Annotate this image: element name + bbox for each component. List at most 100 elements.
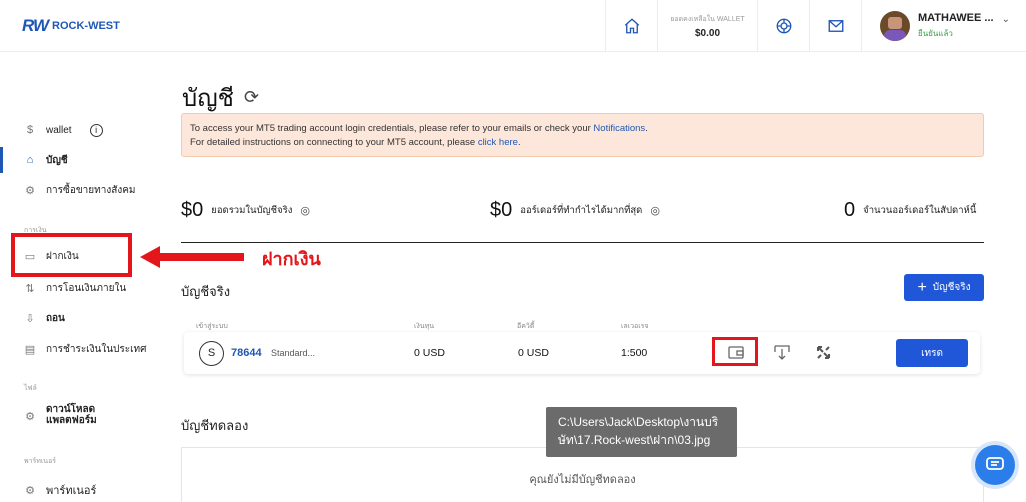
demo-empty-message: คุณยังไม่มีบัญชีทดลอง [529,474,636,486]
column-header-equity: อีควิตี้ [517,323,535,330]
chat-icon [986,457,1004,470]
mail-icon [828,20,843,32]
notice-line-1: To access your MT5 trading account login… [190,122,975,136]
deposit-highlight-box [11,233,132,277]
logo[interactable]: RW ROCK-WEST [22,16,120,36]
gear-icon: ⚙ [25,411,35,423]
stat-label: จำนวนออร์เดอร์ในสัปดาห์นี้ [863,205,977,216]
stat-total-real: $0 ยอดรวมในบัญชีจริง ◎ [181,199,310,222]
stat-value: $0 [181,199,204,221]
chevron-down-icon: ⌄ [1001,14,1010,25]
stat-best-order: $0 ออร์เดอร์ที่ทำกำไรได้มากที่สุด ◎ [490,199,660,222]
wallet-balance-value: $0.00 [694,27,721,39]
table-row: S 78644 Standard... 0 USD 0 USD 1:500 เท… [184,332,980,374]
notice-line-2: For detailed instructions on connecting … [190,136,975,150]
add-real-account-button[interactable]: + บัญชีจริง [904,274,984,301]
sidebar-item-label: บัญชี [46,154,68,166]
file-path-tooltip: C:\Users\Jack\Desktop\งานบริ ษัท\17.Rock… [546,407,737,457]
sidebar: $ wallet i ⌂ บัญชี ⚙ การซื้อขายทางสังคม … [0,52,150,502]
demo-accounts-title: บัญชีทดลอง [181,418,249,433]
sidebar-item-accounts[interactable]: ⌂ บัญชี [0,147,150,173]
mail-button[interactable] [809,0,861,52]
eye-icon[interactable]: ◎ [300,204,310,217]
notifications-link[interactable]: Notifications [593,123,645,134]
real-accounts-title: บัญชีจริง [181,284,231,299]
top-header: RW ROCK-WEST ยอดคงเหลือใน WALLET $0.00 M… [0,0,1026,52]
notice-line2-suffix: . [517,137,521,148]
notice-line2-prefix: For detailed instructions on connecting … [190,137,478,148]
sidebar-item-label: พาร์ทเนอร์ [46,485,97,497]
home-button[interactable] [605,0,657,52]
sidebar-item-label: ดาวน์โหลด แพลตฟอร์ม [46,404,97,426]
gear-icon: ⚙ [25,184,35,197]
user-name: MATHAWEE ... [918,12,994,24]
download-label-line1: ดาวน์โหลด [46,404,96,415]
add-real-account-label: บัญชีจริง [932,282,971,293]
column-header-funds: เงินทุน [414,323,434,330]
sidebar-item-label: wallet [46,124,72,136]
partner-icon: ⚙ [25,484,35,497]
stat-weekly-orders: 0 จำนวนออร์เดอร์ในสัปดาห์นี้ [844,199,976,222]
notice-line1-prefix: To access your MT5 trading account login… [190,123,594,134]
wallet-balance[interactable]: ยอดคงเหลือใน WALLET $0.00 [657,0,757,52]
sidebar-item-local-payment[interactable]: ▤ การชำระเงินในประเทศ [0,336,150,362]
column-header-leverage: เลเวอเรจ [621,323,649,330]
home-icon [624,18,639,34]
tooltip-line-1: C:\Users\Jack\Desktop\งานบริ [558,415,719,429]
notice-line1-suffix: . [645,123,648,134]
avatar [880,11,910,41]
logo-text: ROCK-WEST [52,20,120,32]
annotation-label: ฝากเงิน [262,249,321,269]
logo-mark: RW [22,16,49,35]
account-leverage: 1:500 [621,347,648,359]
chat-button[interactable] [975,445,1015,485]
sidebar-item-label: การซื้อขายทางสังคม [46,184,136,196]
user-status: ยืนยันแล้ว [918,29,953,38]
account-funds: 0 USD [414,347,445,359]
plus-icon: + [917,278,927,296]
account-type: Standard... [271,348,316,358]
refresh-icon[interactable]: ⟳ [244,87,259,108]
user-info: MATHAWEE ... ยืนยันแล้ว [918,12,994,40]
support-icon [776,18,791,34]
sidebar-item-withdraw[interactable]: ⇩ ถอน [0,305,150,331]
support-button[interactable] [757,0,809,52]
wallet-icon[interactable] [728,345,744,359]
account-id[interactable]: 78644 [231,347,262,359]
withdraw-icon: ⇩ [25,312,35,325]
account-type-badge: S [199,341,224,366]
sidebar-item-label: การชำระเงินในประเทศ [46,343,147,355]
divider [181,242,984,243]
sidebar-item-download-platform[interactable]: ⚙ ดาวน์โหลด แพลตฟอร์ม [0,404,150,434]
eye-icon[interactable]: ◎ [650,204,660,217]
trade-button[interactable]: เทรด [896,339,968,367]
payment-icon: ▤ [24,343,36,356]
sidebar-item-internal-transfer[interactable]: ⇅ การโอนเงินภายใน [0,275,150,301]
user-menu[interactable]: MATHAWEE ... ยืนยันแล้ว ⌄ [861,0,1026,52]
sidebar-item-wallet[interactable]: $ wallet i [0,117,150,143]
page-title: บัญชี ⟳ [182,78,259,117]
home-icon: ⌂ [26,154,34,166]
sidebar-item-label: ถอน [46,312,65,324]
info-icon[interactable]: i [89,123,103,137]
stat-value: 0 [844,199,856,221]
wallet-balance-label: ยอดคงเหลือใน WALLET [670,15,745,23]
sidebar-item-social-trading[interactable]: ⚙ การซื้อขายทางสังคม [0,177,150,203]
column-header-login: เข้าสู่ระบบ [196,323,228,330]
page-title-text: บัญชี [182,85,234,112]
section-label-files: ไฟล์ [24,385,37,392]
sidebar-item-partner[interactable]: ⚙ พาร์ทเนอร์ [0,477,150,502]
dollar-icon: $ [26,124,34,136]
transfer-icon[interactable] [815,344,832,361]
account-equity: 0 USD [518,347,549,359]
arrow-left-icon [140,246,244,268]
mt5-notice: To access your MT5 trading account login… [181,113,984,157]
stat-label: ออร์เดอร์ที่ทำกำไรได้มากที่สุด [520,205,643,216]
tooltip-line-2: ษัท\17.Rock-west\ฝาก\03.jpg [558,433,711,447]
transfer-icon: ⇅ [25,282,35,295]
sidebar-item-label: การโอนเงินภายใน [46,282,127,294]
withdraw-icon[interactable] [774,345,790,360]
section-label-partner: พาร์ทเนอร์ [24,458,57,465]
click-here-link[interactable]: click here [478,137,518,148]
stat-label: ยอดรวมในบัญชีจริง [211,205,293,216]
